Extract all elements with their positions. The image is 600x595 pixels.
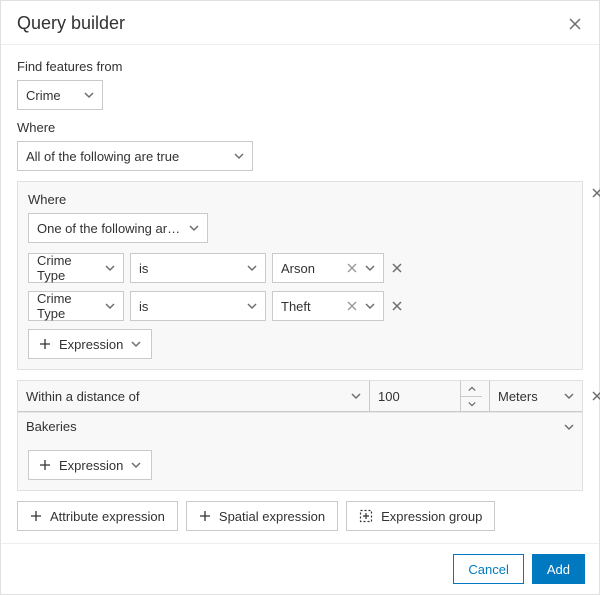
remove-spatial-icon[interactable] [590, 389, 600, 403]
add-expression-label: Expression [59, 458, 123, 473]
chevron-down-icon [189, 223, 199, 233]
plus-icon [199, 510, 211, 522]
spinner-down-icon[interactable] [461, 396, 482, 411]
spatial-relation-select[interactable]: Within a distance of [18, 381, 370, 411]
chevron-down-icon [247, 263, 257, 273]
chevron-down-icon [131, 460, 141, 470]
find-features-label: Find features from [17, 59, 583, 74]
dialog-body: Find features from Crime Where All of th… [1, 45, 599, 543]
value-text: Theft [281, 299, 311, 314]
close-icon[interactable] [567, 16, 583, 32]
add-attribute-expression-button[interactable]: Attribute expression [17, 501, 178, 531]
add-spatial-expression-button[interactable]: Spatial expression [186, 501, 338, 531]
add-expression-button[interactable]: Expression [28, 329, 152, 359]
chevron-down-icon [84, 90, 94, 100]
distance-spinner [460, 381, 482, 411]
remove-row-icon[interactable] [390, 261, 404, 275]
add-expression-label: Expression [59, 337, 123, 352]
chevron-down-icon [564, 391, 574, 401]
chevron-down-icon [105, 263, 115, 273]
plus-icon [39, 459, 51, 471]
where-row: Where All of the following are true [17, 120, 583, 171]
layer-select[interactable]: Crime [17, 80, 103, 110]
chevron-down-icon [105, 301, 115, 311]
group-where-label: Where [28, 192, 572, 207]
add-buttons-row: Attribute expression Spatial expression … [17, 501, 583, 531]
chevron-down-icon [131, 339, 141, 349]
spatial-top-row: Within a distance of Meters [18, 381, 582, 412]
dialog-title: Query builder [17, 13, 125, 34]
condition-row: Crime Type is Theft [28, 291, 572, 321]
remove-row-icon[interactable] [390, 299, 404, 313]
spinner-up-icon[interactable] [461, 381, 482, 396]
cancel-button[interactable]: Cancel [453, 554, 523, 584]
layer-select-value: Crime [26, 88, 61, 103]
expression-group: Where One of the following are tr… Crime… [17, 181, 583, 370]
group-match-select[interactable]: One of the following are tr… [28, 213, 208, 243]
dialog-footer: Cancel Add [1, 543, 599, 594]
chevron-down-icon [247, 301, 257, 311]
spatial-expression: Within a distance of Meters [17, 380, 583, 491]
chevron-down-icon [234, 151, 244, 161]
add-spatial-label: Spatial expression [219, 509, 325, 524]
add-expression-group-button[interactable]: Expression group [346, 501, 495, 531]
match-select[interactable]: All of the following are true [17, 141, 253, 171]
spatial-layer-select[interactable]: Bakeries [18, 412, 582, 440]
group-match-value: One of the following are tr… [37, 221, 181, 236]
plus-icon [30, 510, 42, 522]
condition-row: Crime Type is Arson [28, 253, 572, 283]
distance-units-value: Meters [498, 389, 538, 404]
spatial-relation-value: Within a distance of [26, 389, 139, 404]
field-value: Crime Type [37, 291, 99, 321]
add-attribute-label: Attribute expression [50, 509, 165, 524]
clear-value-icon[interactable] [345, 261, 359, 275]
plus-icon [39, 338, 51, 350]
remove-group-icon[interactable] [590, 186, 600, 200]
group-icon [359, 509, 373, 523]
clear-value-icon[interactable] [345, 299, 359, 313]
match-select-value: All of the following are true [26, 149, 179, 164]
operator-value: is [139, 299, 148, 314]
spatial-layer-value: Bakeries [26, 419, 77, 434]
operator-select[interactable]: is [130, 253, 266, 283]
cancel-label: Cancel [468, 562, 508, 577]
chevron-down-icon [351, 391, 361, 401]
query-builder-dialog: Query builder Find features from Crime W… [0, 0, 600, 595]
field-value: Crime Type [37, 253, 99, 283]
dialog-header: Query builder [1, 1, 599, 45]
value-text: Arson [281, 261, 315, 276]
add-expression-button[interactable]: Expression [28, 450, 152, 480]
find-features-row: Find features from Crime [17, 59, 583, 110]
value-select[interactable]: Theft [272, 291, 384, 321]
field-select[interactable]: Crime Type [28, 253, 124, 283]
add-label: Add [547, 562, 570, 577]
distance-input[interactable] [370, 381, 460, 411]
add-group-label: Expression group [381, 509, 482, 524]
where-label: Where [17, 120, 583, 135]
add-button[interactable]: Add [532, 554, 585, 584]
chevron-down-icon [365, 263, 375, 273]
chevron-down-icon [564, 422, 574, 432]
operator-value: is [139, 261, 148, 276]
value-select[interactable]: Arson [272, 253, 384, 283]
operator-select[interactable]: is [130, 291, 266, 321]
distance-input-wrap [370, 381, 490, 411]
field-select[interactable]: Crime Type [28, 291, 124, 321]
chevron-down-icon [365, 301, 375, 311]
distance-units-select[interactable]: Meters [490, 381, 582, 411]
